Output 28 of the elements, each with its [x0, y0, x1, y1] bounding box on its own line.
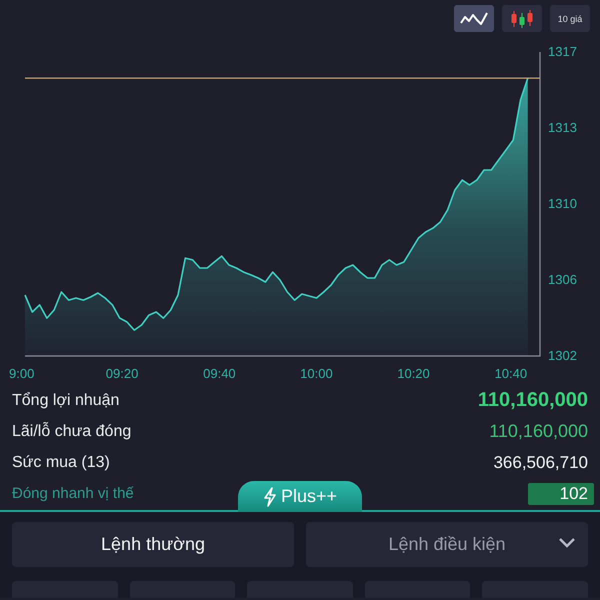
axis-label: 1317 — [548, 44, 577, 59]
lightning-icon — [262, 486, 277, 506]
order-type-tab[interactable]: Lệnh điều kiện — [306, 522, 588, 567]
axis-label: 1302 — [548, 348, 577, 363]
order-type-tab[interactable]: Lệnh thường — [12, 522, 294, 567]
unrealized-pnl-value: 110,160,000 — [489, 421, 588, 442]
axis-label: 9:00 — [9, 366, 34, 381]
stat-label: Sức mua (13) — [12, 454, 110, 472]
axis-label: 1310 — [548, 196, 577, 211]
position-count-badge: 102 — [528, 482, 594, 504]
quick-close-link[interactable]: Đóng nhanh vị thế — [12, 485, 134, 502]
axis-label: 09:20 — [106, 366, 138, 381]
axis-label: 1313 — [548, 120, 577, 135]
buying-power-value: 366,506,710 — [493, 452, 588, 472]
axis-label: 09:40 — [203, 366, 236, 381]
stat-label: Tổng lợi nhuận — [12, 392, 120, 410]
price-depth-button[interactable]: 10 giá — [550, 5, 590, 32]
stat-label: Lãi/lỗ chưa đóng — [12, 422, 132, 440]
line-chart-icon — [460, 10, 488, 26]
candlestick-button[interactable] — [502, 5, 542, 32]
plus-tab[interactable]: Plus++ — [238, 481, 362, 512]
axis-label: 10:40 — [494, 366, 528, 381]
total-profit-value: 110,160,000 — [478, 389, 588, 412]
candlestick-icon — [509, 8, 535, 28]
axis-label: 1306 — [548, 272, 577, 287]
line-chart-button[interactable] — [454, 5, 494, 32]
axis-label: 10:00 — [300, 366, 333, 381]
axis-label: 10:20 — [397, 366, 430, 381]
